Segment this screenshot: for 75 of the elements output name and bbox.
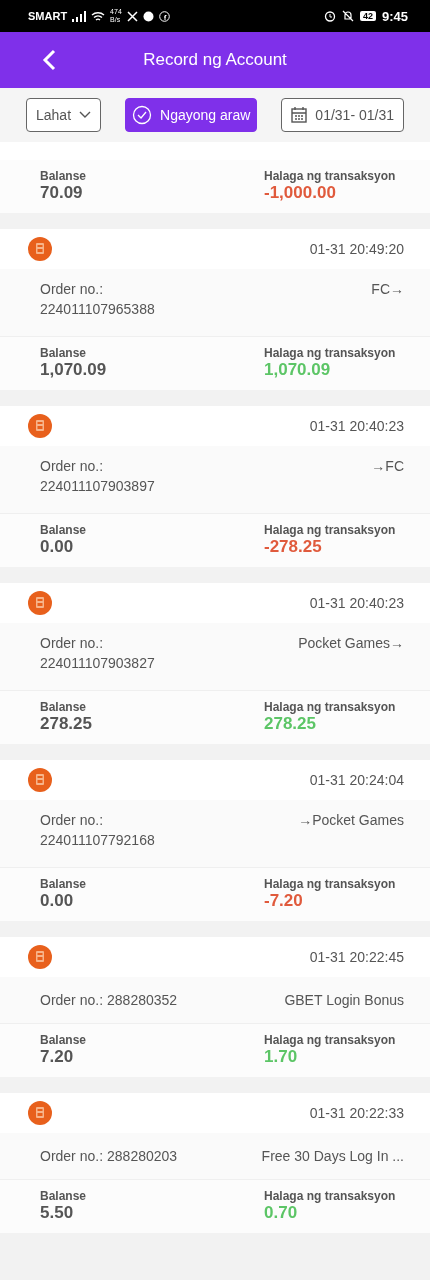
record-icon [27,236,53,262]
record-icon [27,944,53,970]
record-time: 01-31 20:49:20 [309,241,404,257]
type-dropdown[interactable]: Lahat [26,98,102,132]
battery-indicator: 42 [359,11,376,21]
carrier-text: SMART [28,10,68,22]
order-label: Order no.: [40,458,105,474]
amount-label: Halaga ng transaksyon [264,1189,397,1203]
balance-value: 5.50 [40,1203,75,1223]
balance-label: Balanse [40,523,88,537]
record-icon [27,767,53,793]
order-label: Order no.: [40,992,104,1008]
balance-value: 278.25 [40,714,93,734]
record-time: 01-31 20:22:45 [309,949,404,965]
alarm-icon [323,10,336,22]
amount-value: 1.70 [264,1047,299,1067]
balance-value: 0.00 [40,891,75,911]
record-icon [27,1100,53,1126]
balance-label: Balanse [40,700,88,714]
amount-value: 1,070.09 [264,360,332,380]
signal-icon [72,10,87,22]
amount-value: 278.25 [264,714,317,734]
order-label: Order no.: [40,635,105,651]
order-label: Order no.: [40,281,105,297]
amount-label: Halaga ng transaksyon [264,700,397,714]
wifi-icon [91,10,106,22]
transaction-description: →Pocket Games [298,812,404,828]
amount-value: -278.25 [264,537,323,557]
order-number: 288280203 [107,1148,178,1164]
check-circle-icon [132,105,153,125]
balance-value: 0.00 [40,537,75,557]
chevron-down-icon [79,111,92,119]
record-icon [27,413,53,439]
order-number: 224011107965388 [40,301,155,317]
balance-label: Balanse [40,169,88,183]
order-number: 288280352 [107,992,178,1008]
balance-value: 1,070.09 [40,360,108,380]
record-time: 01-31 20:24:04 [309,772,404,788]
order-number: 224011107903897 [40,478,155,494]
page-title: Record ng Account [143,50,287,70]
order-label: Order no.: [40,1148,104,1164]
clock-text: 9:45 [381,8,408,24]
balance-label: Balanse [40,877,88,891]
balance-value: 7.20 [40,1047,75,1067]
amount-value: -7.20 [264,891,304,911]
order-label: Order no.: [40,812,105,828]
amount-value: 0.70 [264,1203,299,1223]
transaction-description: GBET Login Bonus [284,992,404,1008]
amount-label: Halaga ng transaksyon [264,523,397,537]
calendar-icon [291,107,308,123]
amount-label: Halaga ng transaksyon [264,877,397,891]
balance-label: Balanse [40,1033,88,1047]
x-icon [126,10,138,22]
transaction-description: FC→ [371,281,404,297]
amount-value: -1,000.00 [264,183,337,203]
amount-label: Halaga ng transaksyon [264,169,397,183]
today-filter-button[interactable]: Ngayong araw [125,98,258,132]
record-time: 01-31 20:40:23 [309,595,404,611]
record-icon [27,590,53,616]
circle-f-icon [158,10,170,22]
back-icon[interactable] [42,49,56,71]
mute-icon [341,10,354,22]
date-range-button[interactable]: 01/31- 01/31 [281,98,404,132]
transaction-description: Free 30 Days Log In ... [261,1148,404,1164]
amount-label: Halaga ng transaksyon [264,346,397,360]
order-number: 224011107792168 [40,832,155,848]
balance-label: Balanse [40,346,88,360]
amount-label: Halaga ng transaksyon [264,1033,397,1047]
record-time: 01-31 20:22:33 [309,1105,404,1121]
transaction-description: →FC [371,458,404,474]
balance-label: Balanse [40,1189,88,1203]
order-number: 224011107903827 [40,655,155,671]
transaction-description: Pocket Games→ [298,635,404,651]
balance-value: 70.09 [40,183,84,203]
record-time: 01-31 20:40:23 [309,418,404,434]
